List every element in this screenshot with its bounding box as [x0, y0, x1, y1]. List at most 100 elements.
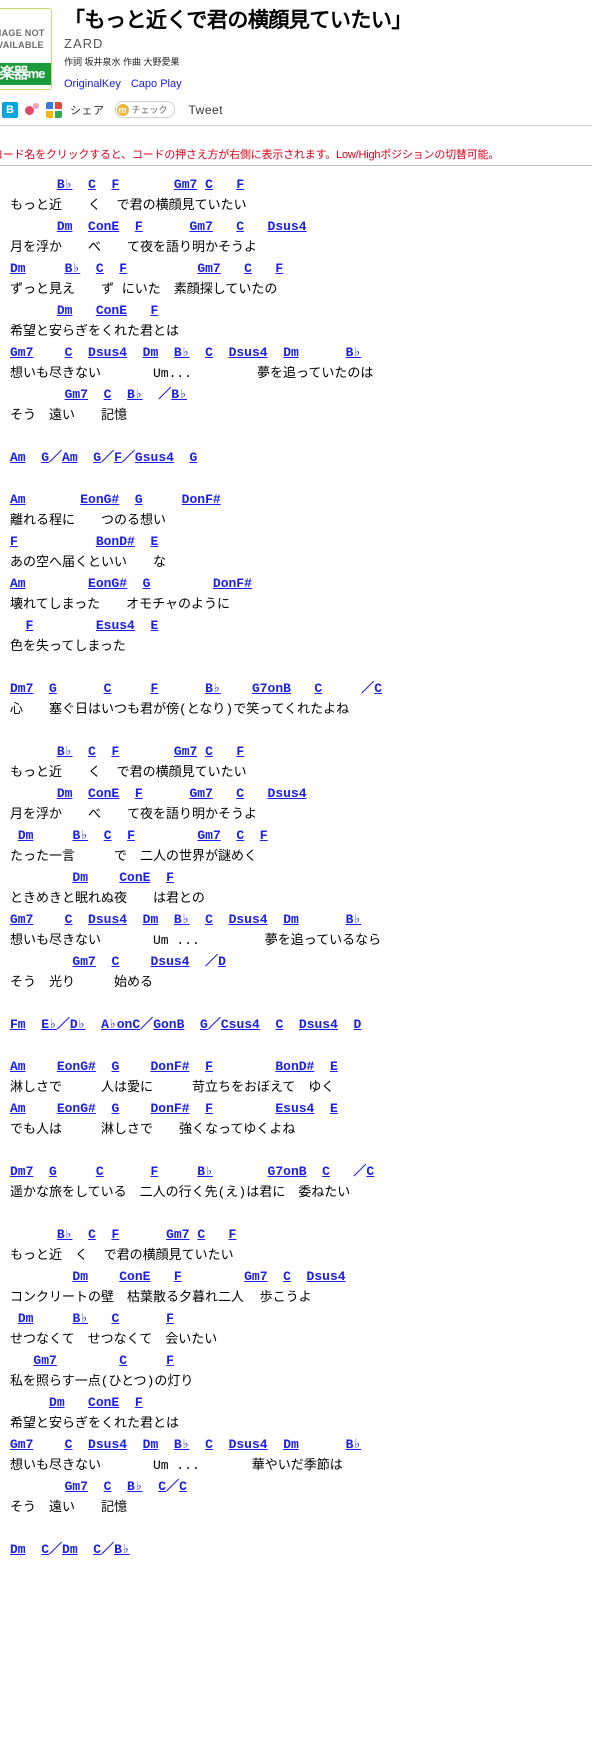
chord-token[interactable]: Esus4	[275, 1101, 314, 1116]
chord-token[interactable]: Dm	[57, 219, 73, 234]
chord-token[interactable]: B♭	[127, 1479, 143, 1494]
chord-token[interactable]: E	[330, 1101, 338, 1116]
chord-token[interactable]: Dm	[283, 1437, 299, 1452]
chord-token[interactable]: E♭	[41, 1017, 57, 1032]
chord-token[interactable]: Gm7	[10, 1437, 33, 1452]
chord-token[interactable]: Dm	[143, 1437, 159, 1452]
chord-token[interactable]: C	[205, 912, 213, 927]
chord-token[interactable]: ConE	[96, 303, 127, 318]
chord-token[interactable]: B♭	[72, 828, 88, 843]
chord-token[interactable]: Dm	[143, 345, 159, 360]
chord-token[interactable]: C	[88, 1227, 96, 1242]
chord-token[interactable]: Am	[10, 1059, 26, 1074]
chord-token[interactable]: GonB	[153, 1017, 184, 1032]
chord-token[interactable]: F	[127, 828, 135, 843]
chord-token[interactable]: DonF#	[182, 492, 221, 507]
chord-token[interactable]: Dm	[10, 1542, 26, 1557]
chord-token[interactable]: G	[143, 576, 151, 591]
chord-token[interactable]: Gm7	[197, 261, 220, 276]
chord-token[interactable]: F	[150, 681, 158, 696]
chord-token[interactable]: Dsus4	[307, 1269, 346, 1284]
chord-token[interactable]: B♭	[346, 1437, 362, 1452]
chord-token[interactable]: B♭	[171, 387, 187, 402]
chord-token[interactable]: Am	[10, 1101, 26, 1116]
chord-token[interactable]: Csus4	[221, 1017, 260, 1032]
chord-token[interactable]: Gm7	[65, 1479, 88, 1494]
chord-token[interactable]: B♭	[65, 261, 81, 276]
chord-token[interactable]: F	[205, 1101, 213, 1116]
chord-token[interactable]: B♭	[174, 912, 190, 927]
chord-token[interactable]: Gm7	[244, 1269, 267, 1284]
chord-token[interactable]: B♭	[174, 345, 190, 360]
chord-token[interactable]: C	[236, 786, 244, 801]
chord-token[interactable]: A♭onC	[101, 1017, 140, 1032]
chord-token[interactable]: Dm	[283, 912, 299, 927]
chord-token[interactable]: G7onB	[252, 681, 291, 696]
chord-token[interactable]: Gm7	[189, 786, 212, 801]
share-label[interactable]: シェア	[70, 102, 105, 118]
chord-token[interactable]: ConE	[119, 870, 150, 885]
chord-token[interactable]: C	[314, 681, 322, 696]
chord-token[interactable]: DonF#	[150, 1101, 189, 1116]
chord-token[interactable]: B♭	[197, 1164, 213, 1179]
chord-token[interactable]: C	[374, 681, 382, 696]
chord-token[interactable]: ConE	[88, 786, 119, 801]
chord-token[interactable]: Am	[10, 450, 26, 465]
chord-token[interactable]: Fm	[10, 1017, 26, 1032]
chord-token[interactable]: B♭	[346, 912, 362, 927]
chord-token[interactable]: Dsus4	[88, 345, 127, 360]
chord-token[interactable]: EonG#	[57, 1101, 96, 1116]
chord-token[interactable]: C	[236, 828, 244, 843]
chord-token[interactable]: ConE	[88, 1395, 119, 1410]
original-key-link[interactable]: OriginalKey	[64, 78, 121, 90]
chord-token[interactable]: G	[49, 681, 57, 696]
chord-token[interactable]: EonG#	[57, 1059, 96, 1074]
chord-token[interactable]: Dm	[18, 828, 34, 843]
chord-token[interactable]: Gm7	[10, 912, 33, 927]
chord-token[interactable]: B♭	[72, 1311, 88, 1326]
chord-token[interactable]: Dsus4	[268, 219, 307, 234]
chord-token[interactable]: C	[111, 1311, 119, 1326]
chord-token[interactable]: C	[104, 681, 112, 696]
chord-token[interactable]: C	[205, 345, 213, 360]
chord-token[interactable]: C	[104, 828, 112, 843]
chord-token[interactable]: F	[150, 303, 158, 318]
chord-token[interactable]: Dsus4	[150, 954, 189, 969]
chord-token[interactable]: Gsus4	[135, 450, 174, 465]
chord-token[interactable]: C	[322, 1164, 330, 1179]
chord-token[interactable]: F	[135, 1395, 143, 1410]
chord-token[interactable]: C	[205, 177, 213, 192]
chord-token[interactable]: Dm	[18, 1311, 34, 1326]
chord-token[interactable]: Dm	[143, 912, 159, 927]
capo-play-link[interactable]: Capo Play	[131, 78, 182, 90]
mixi-check-icon[interactable]	[24, 101, 40, 118]
chord-token[interactable]: Dsus4	[88, 912, 127, 927]
chord-token[interactable]: EonG#	[80, 492, 119, 507]
chord-token[interactable]: Dsus4	[229, 912, 268, 927]
chord-token[interactable]: F	[205, 1059, 213, 1074]
chord-token[interactable]: Gm7	[174, 744, 197, 759]
chord-token[interactable]: C	[96, 261, 104, 276]
chord-token[interactable]: Dm	[57, 786, 73, 801]
chord-token[interactable]: Gm7	[197, 828, 220, 843]
chord-token[interactable]: Gm7	[10, 345, 33, 360]
chord-token[interactable]: Dm	[283, 345, 299, 360]
chord-token[interactable]: C	[88, 177, 96, 192]
chord-token[interactable]: C	[197, 1227, 205, 1242]
chord-token[interactable]: Dm	[49, 1395, 65, 1410]
chord-token[interactable]: ConE	[119, 1269, 150, 1284]
chord-token[interactable]: C	[283, 1269, 291, 1284]
chord-token[interactable]: D♭	[70, 1017, 86, 1032]
chord-token[interactable]: Gm7	[174, 177, 197, 192]
chord-token[interactable]: C	[93, 1542, 101, 1557]
chord-token[interactable]: G	[135, 492, 143, 507]
chord-token[interactable]: Dsus4	[268, 786, 307, 801]
google-plus-icon[interactable]	[46, 101, 62, 118]
chord-token[interactable]: C	[205, 744, 213, 759]
chord-token[interactable]: EonG#	[88, 576, 127, 591]
chord-token[interactable]: B♭	[57, 744, 73, 759]
chord-token[interactable]: DonF#	[150, 1059, 189, 1074]
chord-token[interactable]: C	[119, 1353, 127, 1368]
chord-token[interactable]: C	[366, 1164, 374, 1179]
chord-token[interactable]: B♭	[114, 1542, 130, 1557]
